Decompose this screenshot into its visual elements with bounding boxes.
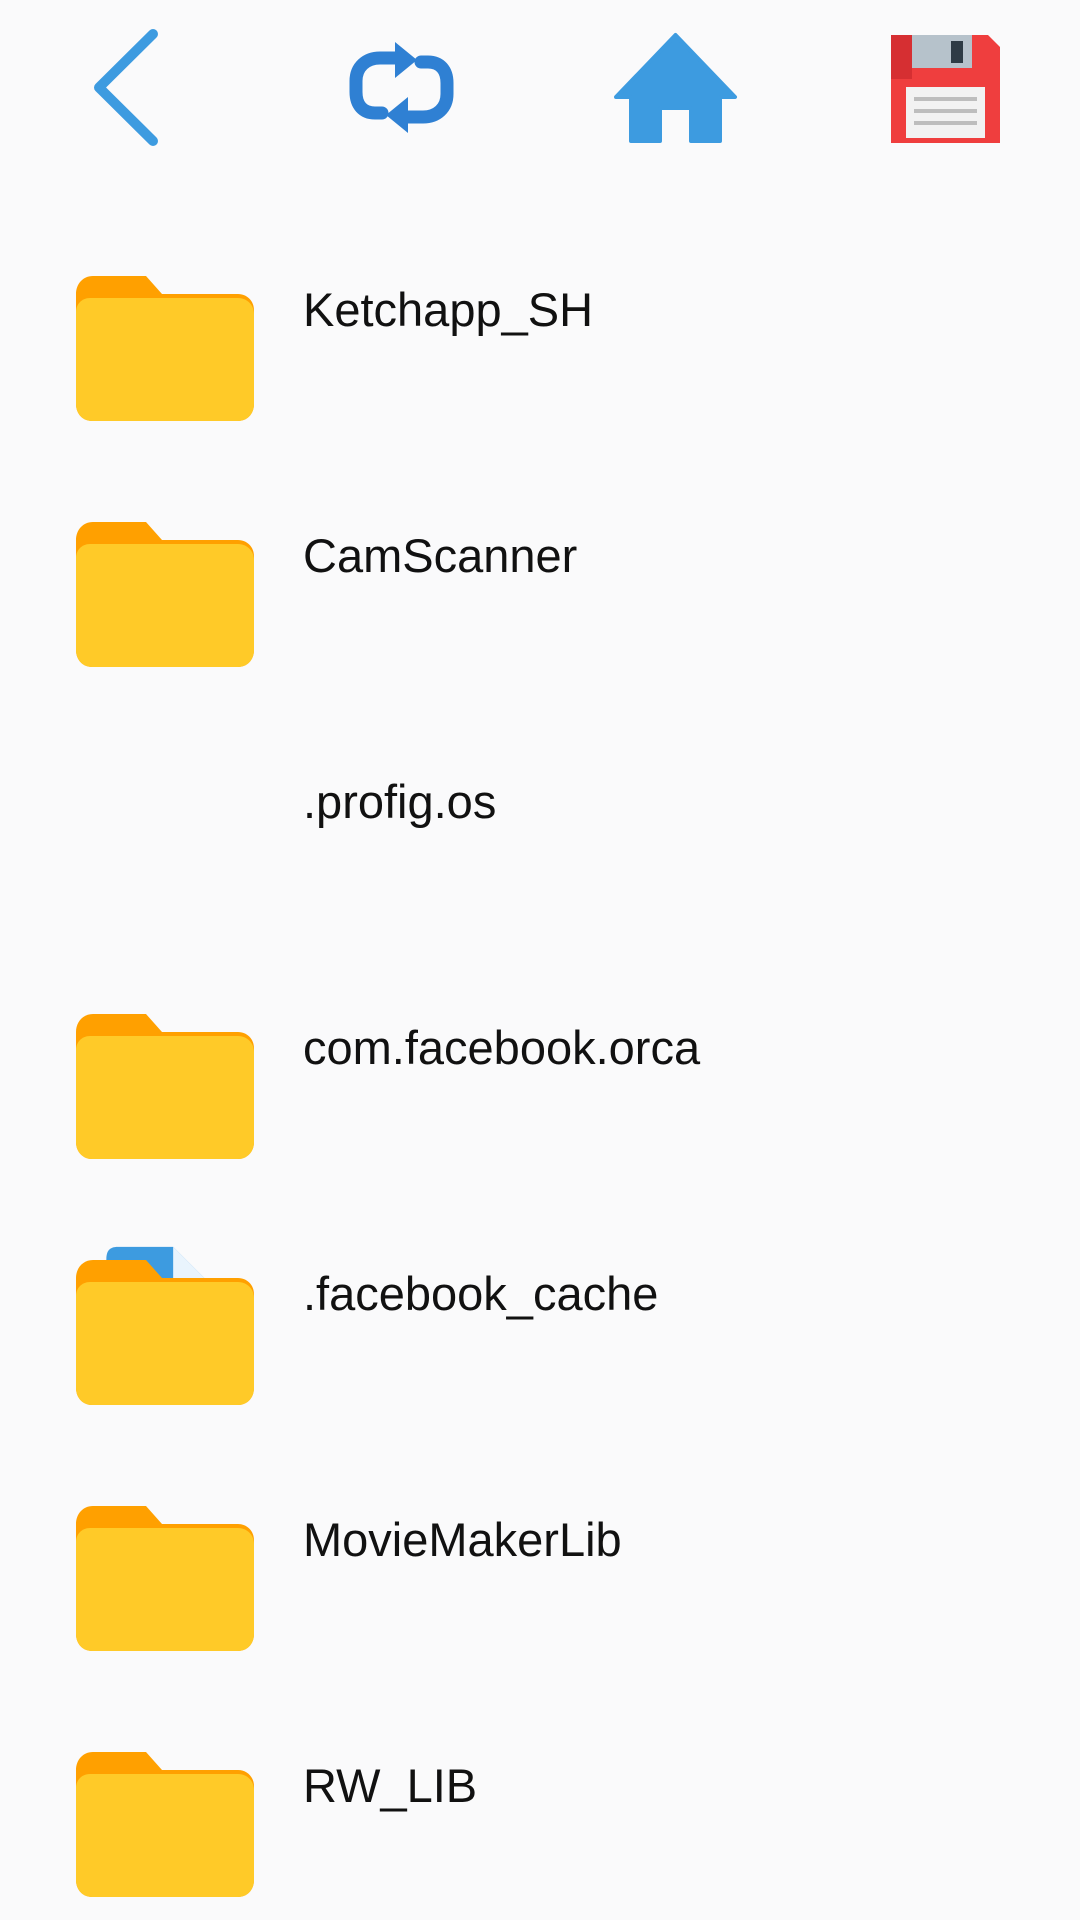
file-name: .facebook_cache xyxy=(303,1267,659,1320)
file-list: Ketchapp_SH CamScanner .profig.os com.fa… xyxy=(0,206,1080,1920)
back-button[interactable] xyxy=(64,25,189,150)
folder-icon xyxy=(76,522,254,667)
floppy-disk-icon xyxy=(891,35,1000,143)
home-button[interactable] xyxy=(613,25,738,150)
list-item[interactable]: RW_LIB xyxy=(0,1682,1080,1920)
list-item[interactable]: .facebook_cache xyxy=(0,1190,1080,1436)
list-item[interactable]: CamScanner xyxy=(0,452,1080,698)
list-item[interactable]: .profig.os xyxy=(0,698,1080,1386)
refresh-button[interactable] xyxy=(339,25,464,150)
toolbar xyxy=(0,0,1080,175)
folder-icon xyxy=(76,1506,254,1651)
folder-icon xyxy=(76,1014,254,1159)
file-browser-screen: Ketchapp_SH CamScanner .profig.os com.fa… xyxy=(0,0,1080,1920)
list-item[interactable]: MovieMakerLib xyxy=(0,1436,1080,1682)
file-name: com.facebook.orca xyxy=(303,1021,701,1074)
home-icon xyxy=(614,33,737,143)
file-name: MovieMakerLib xyxy=(303,1513,622,1566)
list-item[interactable]: Ketchapp_SH xyxy=(0,206,1080,452)
file-name: RW_LIB xyxy=(303,1759,478,1812)
chevron-left-icon xyxy=(94,29,158,146)
refresh-icon xyxy=(349,42,454,133)
file-name: Ketchapp_SH xyxy=(303,283,594,336)
list-item[interactable]: com.facebook.orca xyxy=(0,944,1080,1190)
file-name: .profig.os xyxy=(303,775,497,828)
file-name: CamScanner xyxy=(303,529,578,582)
save-button[interactable] xyxy=(883,25,1008,150)
folder-icon xyxy=(76,1260,254,1405)
folder-icon xyxy=(76,276,254,421)
folder-icon xyxy=(76,1752,254,1897)
